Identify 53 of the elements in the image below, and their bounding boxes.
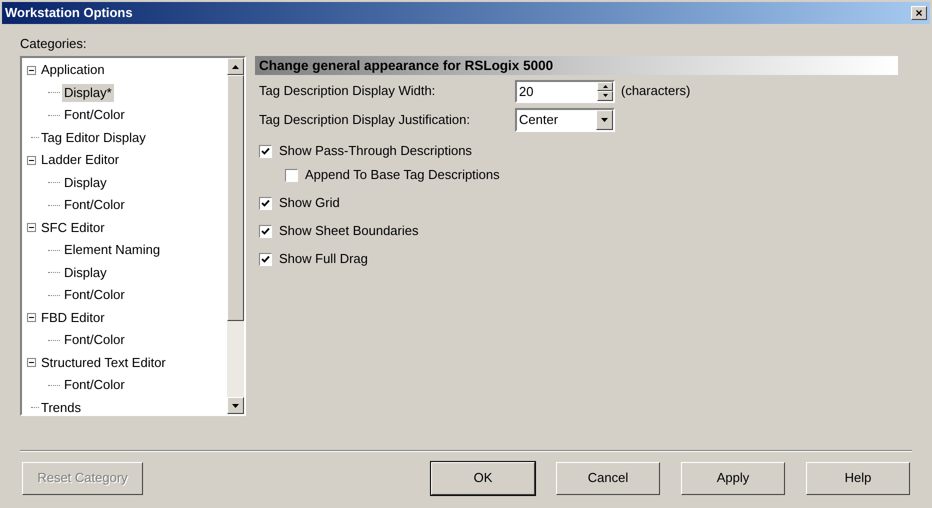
checkbox[interactable] [259,196,272,210]
collapse-icon[interactable] [27,358,36,368]
checkbox-label: Show Sheet Boundaries [279,222,418,240]
collapse-icon[interactable] [27,223,36,232]
tree-item[interactable]: Font/Color [62,331,127,350]
tree-item[interactable]: Application [39,61,107,80]
scroll-up-button[interactable] [227,58,244,75]
categories-label: Categories: [20,35,88,53]
tree-item[interactable]: Display* [62,84,114,102]
panel-heading: Change general appearance for RSLogix 5000 [255,56,898,75]
tree-item[interactable]: Tag Editor Display [39,128,148,147]
checkbox[interactable] [285,168,298,182]
unit-label: (characters) [621,82,690,100]
checkbox-label: Show Grid [279,194,340,212]
field-label: Tag Description Display Width: [259,82,436,100]
tree-item[interactable]: FBD Editor [39,308,107,327]
tree-item[interactable]: Element Naming [62,241,162,260]
checkbox-label: Append To Base Tag Descriptions [305,166,500,184]
tree-item[interactable]: Structured Text Editor [39,354,168,372]
tree-item[interactable]: Font/Color [62,106,127,124]
down-arrow-icon [232,404,239,408]
tree-item[interactable]: Font/Color [62,286,127,304]
dropdown-arrow-icon [601,118,608,122]
scroll-thumb[interactable] [227,75,244,321]
justification-dropdown[interactable]: Center [515,108,615,132]
up-arrow-icon [232,64,239,68]
checkbox-label: Show Pass-Through Descriptions [279,142,472,160]
tree-item[interactable]: Ladder Editor [39,151,122,170]
tree-item[interactable]: SFC Editor [39,218,107,237]
tree-item[interactable]: Font/Color [62,376,127,394]
tree-item[interactable]: Trends [39,398,83,414]
up-arrow-icon[interactable] [602,84,608,88]
dialog-button[interactable]: Apply [681,462,785,494]
dialog-button[interactable]: OK [431,462,535,494]
window-title: Workstation Options [5,4,133,22]
field-label: Tag Description Display Justification: [259,111,471,130]
collapse-icon[interactable] [27,156,36,165]
tree-item[interactable]: Font/Color [62,196,127,214]
tree-item[interactable]: Display [62,174,109,192]
checkbox-label: Show Full Drag [279,250,368,268]
checkbox[interactable] [259,224,272,238]
width-spinner[interactable]: 20 [515,80,615,102]
scrollbar[interactable] [227,58,244,414]
collapse-icon[interactable] [27,66,36,75]
scroll-down-button[interactable] [227,397,244,414]
down-arrow-icon[interactable] [602,94,608,98]
tree-item[interactable]: Display [62,264,109,282]
checkbox[interactable] [259,252,272,266]
close-button[interactable]: × [911,6,927,20]
collapse-icon[interactable] [27,313,36,322]
dialog-button[interactable]: Help [806,462,910,494]
dialog-button[interactable]: Cancel [556,462,660,494]
checkbox[interactable] [259,144,272,158]
